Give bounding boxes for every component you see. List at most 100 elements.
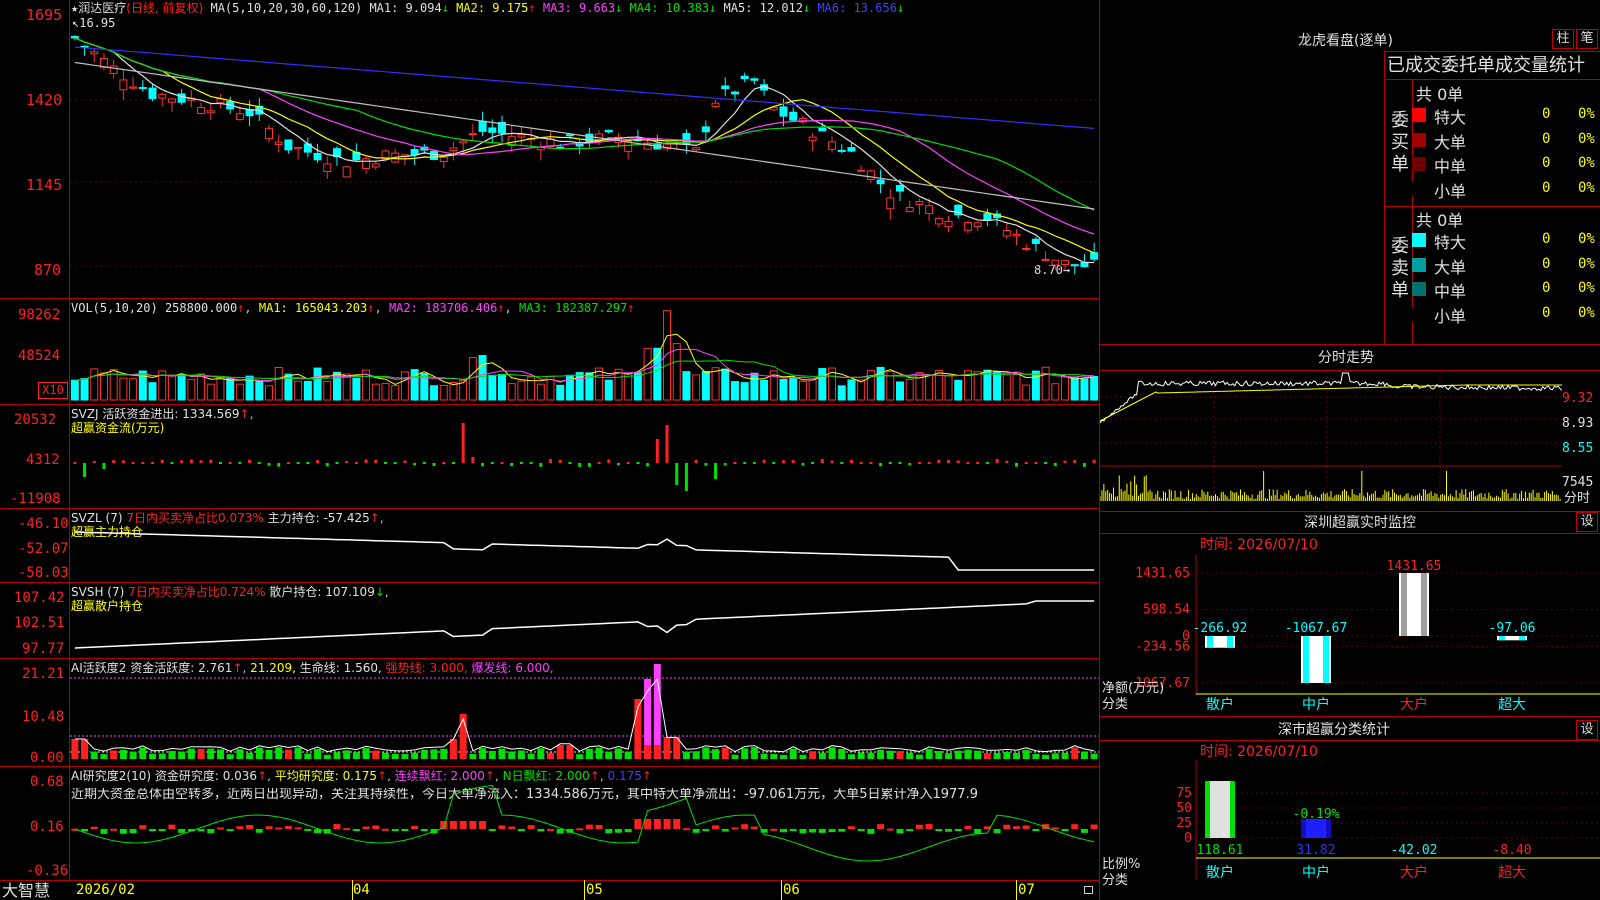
- order-pct: 0%: [1578, 280, 1595, 296]
- research-bar: [653, 819, 661, 829]
- activity-bar: [275, 747, 283, 759]
- research-bar: [828, 829, 836, 833]
- fund-flow-bar: [772, 462, 776, 464]
- svzl-y-tick: -58.03: [18, 565, 69, 581]
- fund-flow-bar: [616, 463, 620, 466]
- fund-flow-bar: [636, 462, 640, 464]
- research-bar: [993, 829, 1001, 834]
- realtime-value-label: -1067.67: [1285, 621, 1348, 636]
- realtime-settings-button[interactable]: 设: [1576, 512, 1598, 532]
- research-bar: [372, 825, 380, 829]
- realtime-value-label: -97.06: [1489, 621, 1536, 636]
- vol-y-tick: 98262: [18, 307, 61, 323]
- activity-bar: [314, 748, 322, 759]
- fund-flow-bar: [189, 459, 193, 463]
- candle-body: [70, 36, 79, 39]
- activity-bar: [692, 751, 700, 759]
- bar-mode-button[interactable]: 柱: [1552, 29, 1574, 49]
- volume-bar: [216, 376, 225, 401]
- fund-flow-bar: [888, 462, 892, 464]
- fund-flow-bar: [238, 462, 242, 464]
- realtime-y-tick: 1431.65: [1135, 566, 1190, 581]
- fund-flow-bar: [296, 462, 300, 464]
- research-bar: [1071, 824, 1079, 829]
- volume-bar: [760, 379, 769, 401]
- fund-flow-bar: [306, 462, 310, 464]
- fund-flow-bar: [510, 463, 514, 466]
- research-bar: [401, 829, 409, 831]
- classify-value-label: -8.40: [1492, 843, 1531, 858]
- activity-bar: [993, 753, 1001, 759]
- research-bar: [391, 829, 399, 831]
- classify-settings-button[interactable]: 设: [1576, 720, 1598, 740]
- intraday-chart[interactable]: [1100, 371, 1562, 511]
- activity-bar: [323, 754, 331, 759]
- volume-bar: [80, 378, 89, 401]
- activity-bar: [838, 748, 846, 759]
- fund-flow-bar: [383, 462, 387, 464]
- fund-flow-bar: [752, 462, 756, 464]
- research-bar: [915, 824, 923, 829]
- candle-body: [119, 79, 128, 91]
- candle-body: [866, 170, 875, 180]
- fund-flow-bar: [345, 460, 349, 463]
- volume-bar: [993, 371, 1002, 401]
- research-bar: [119, 829, 127, 834]
- tick-mode-button[interactable]: 笔: [1576, 29, 1598, 49]
- lock-icon[interactable]: [1084, 886, 1093, 894]
- candle-body: [701, 126, 710, 133]
- fund-flow-bar: [539, 463, 543, 467]
- fund-flow-bar: [218, 462, 222, 464]
- vol-y-tick: 48524: [18, 348, 61, 364]
- realtime-bar-shade: [1401, 573, 1407, 637]
- activity-bar: [517, 750, 525, 759]
- activity-bar: [100, 754, 108, 759]
- research-bar: [469, 821, 477, 829]
- fund-flow-bar: [675, 463, 679, 485]
- fund-flow-bar: [626, 462, 630, 464]
- fund-flow-bar: [840, 462, 844, 464]
- research-bar: [770, 828, 778, 831]
- activity-bar: [187, 748, 195, 759]
- volume-bar: [1051, 383, 1060, 401]
- main-chart-area[interactable]: 1695 1420 1145 870 98262 48524 X10 20532…: [0, 0, 1100, 900]
- research-bar: [216, 827, 224, 830]
- fund-flow-bar: [791, 460, 795, 463]
- fund-flow-bar: [102, 463, 106, 469]
- volume-bar: [187, 378, 196, 401]
- activity-bar: [197, 748, 205, 759]
- volume-bar: [682, 371, 691, 401]
- lhb-subtitle: 已成交委托单成交量统计: [1387, 55, 1585, 76]
- candle-body: [1031, 238, 1040, 244]
- activity-bar: [440, 748, 448, 759]
- order-size-label: 小单: [1434, 181, 1467, 201]
- research-bar: [362, 826, 370, 829]
- volume-bar: [488, 374, 497, 401]
- activity-bar: [1012, 752, 1020, 759]
- classify-bar-shade: [1205, 781, 1210, 838]
- date-tick: 07: [1018, 882, 1035, 898]
- candle-body: [284, 139, 293, 151]
- volume-bar: [954, 379, 963, 401]
- order-color-swatch: [1412, 282, 1426, 296]
- candle-body: [808, 136, 817, 141]
- candle-body: [692, 147, 701, 151]
- candle-body: [197, 106, 206, 114]
- order-size-label: 中单: [1434, 157, 1467, 176]
- realtime-bar-shade: [1303, 636, 1309, 683]
- activity-bar: [595, 747, 603, 759]
- order-color-swatch: [1412, 306, 1426, 321]
- activity-bar: [974, 750, 982, 759]
- volume-bar: [90, 368, 99, 401]
- volume-bar: [400, 371, 409, 401]
- volume-bar: [468, 357, 477, 401]
- order-pct: 0%: [1578, 106, 1595, 122]
- brand-label[interactable]: 大智慧: [2, 882, 50, 900]
- svzl-y-tick: -46.10: [18, 516, 69, 532]
- fund-flow-bar: [529, 462, 533, 464]
- vol-unit-box: X10: [38, 382, 68, 399]
- research-bar: [818, 829, 826, 833]
- research-bar: [692, 829, 700, 833]
- fund-flow-bar: [316, 460, 320, 463]
- activity-bar: [770, 754, 778, 759]
